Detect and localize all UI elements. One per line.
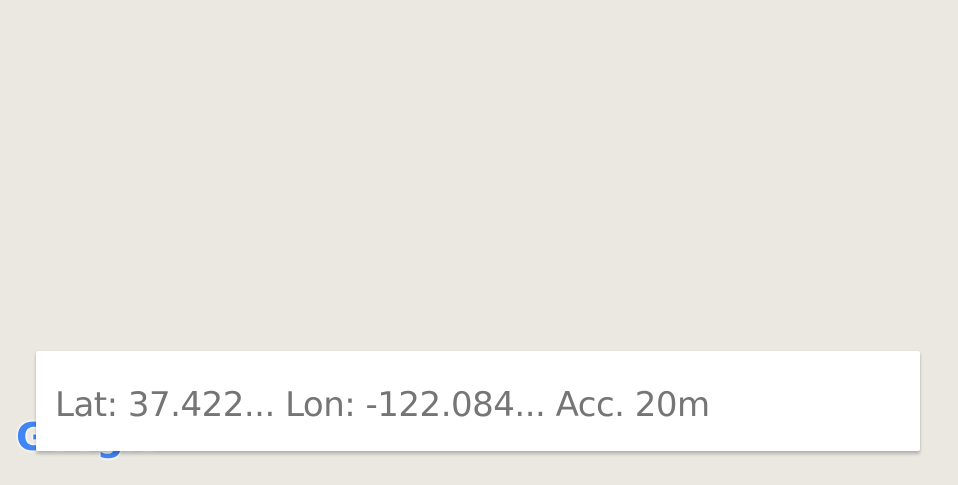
location-info-card: Lat: 37.422... Lon: -122.084... Acc. 20m (36, 351, 920, 451)
map-view[interactable]: Google Lat: 37.422... Lon: -122.084... A… (0, 0, 958, 485)
location-info-text: Lat: 37.422... Lon: -122.084... Acc. 20m (55, 385, 710, 425)
